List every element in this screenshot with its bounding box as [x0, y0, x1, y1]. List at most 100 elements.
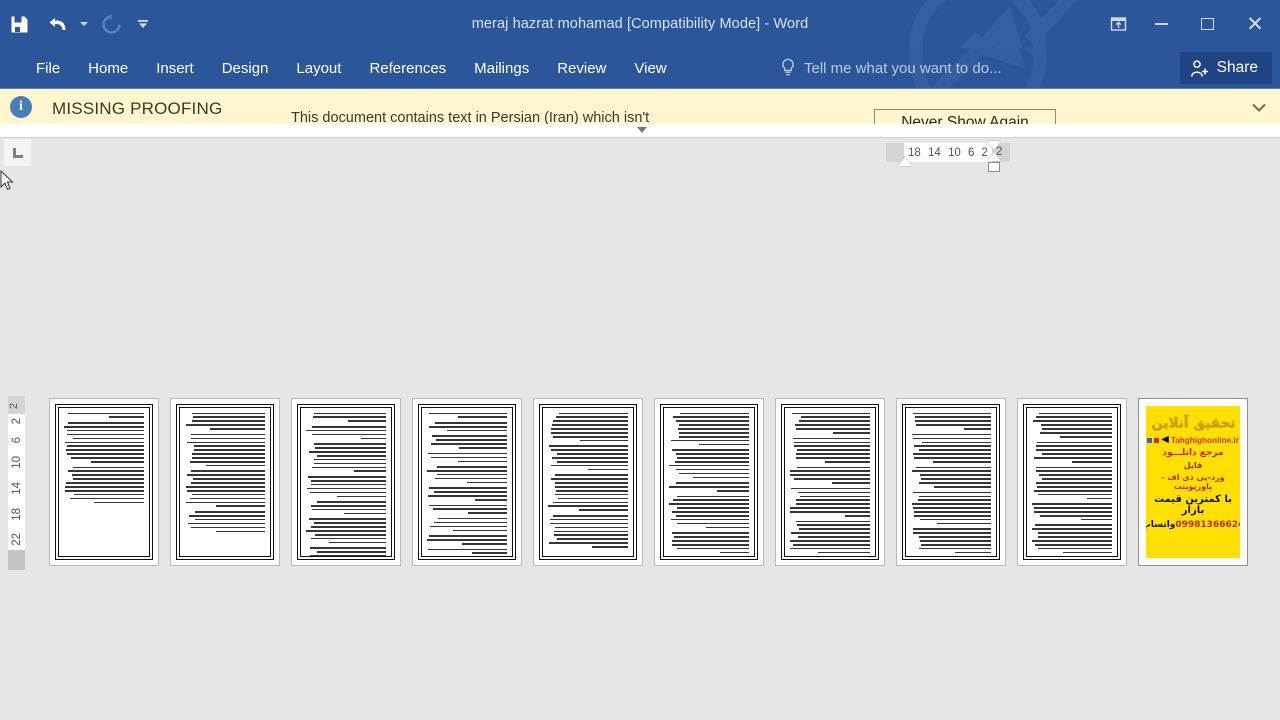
page-thumbnail[interactable] [775, 398, 885, 566]
vruler-tick-14: 14 [10, 482, 23, 495]
lightbulb-icon [782, 58, 794, 76]
vruler-tick-10: 10 [10, 456, 23, 470]
window-controls[interactable]: ✕ [1098, 0, 1280, 48]
close-button[interactable]: ✕ [1230, 7, 1280, 41]
page-thumbnail[interactable] [170, 398, 280, 566]
page-thumbnail[interactable]: تحقیق آنلاین ◀ Tahghighonline.ir مرجع دانلـ… [1138, 398, 1248, 566]
text-paragraph [1031, 524, 1113, 554]
ad-line-3: ورد-پی دی اف - پاورپوینت [1161, 472, 1225, 491]
tab-insert[interactable]: Insert [142, 48, 208, 88]
page-thumbnail[interactable] [49, 398, 159, 566]
page-thumbnail[interactable] [654, 398, 764, 566]
page-text-area [420, 406, 514, 558]
text-paragraph [1031, 503, 1113, 521]
text-paragraph [427, 487, 508, 501]
page-thumbnail[interactable] [412, 398, 522, 566]
ribbon-display-options-icon[interactable] [1098, 7, 1138, 41]
tab-view[interactable]: View [620, 48, 680, 88]
ruler-tick-6: 6 [967, 146, 975, 159]
minimize-button[interactable] [1138, 7, 1184, 41]
tell-me-search[interactable]: Tell me what you want to do... [780, 48, 1002, 88]
chevron-down-icon[interactable] [1246, 95, 1272, 121]
hanging-indent-marker-bottom[interactable] [987, 152, 1001, 161]
text-paragraph [911, 528, 992, 554]
text-paragraph [669, 532, 750, 554]
text-paragraph [306, 476, 387, 498]
ad-url-row: ◀ Tahghighonline.ir [1147, 435, 1239, 445]
page-border [176, 404, 274, 560]
save-icon[interactable] [0, 4, 38, 44]
hanging-indent-marker-top[interactable] [987, 141, 1001, 150]
page-border [660, 404, 758, 560]
page-text-area [662, 406, 756, 558]
vruler-top-margin: 2 [8, 396, 25, 414]
vruler-tick-6: 6 [10, 437, 23, 444]
tab-design[interactable]: Design [208, 48, 283, 88]
text-paragraph [427, 412, 508, 419]
title-bar[interactable]: meraj hazrat mohamad [Compatibility Mode… [0, 0, 1280, 48]
text-paragraph [1032, 441, 1113, 463]
text-paragraph [185, 412, 266, 430]
page-thumbnail[interactable] [896, 398, 1006, 566]
text-paragraph [427, 548, 508, 555]
share-button[interactable]: Share [1179, 52, 1272, 84]
maximize-button[interactable] [1184, 7, 1230, 41]
tab-file[interactable]: File [22, 48, 74, 88]
left-indent-marker[interactable] [988, 162, 1000, 172]
arrow-left-icon: ◀ [1161, 434, 1169, 445]
quick-access-toolbar[interactable] [0, 0, 156, 48]
text-paragraph [306, 518, 387, 544]
page-thumbnail[interactable] [1017, 398, 1127, 566]
ribbon-tabs[interactable]: File Home Insert Design Layout Reference… [22, 48, 681, 88]
text-paragraph [185, 511, 266, 533]
page-thumbnail[interactable] [291, 398, 401, 566]
text-paragraph [306, 425, 387, 440]
ribbon-collapsed-band [0, 124, 1280, 138]
page-thumbnail[interactable] [533, 398, 643, 566]
text-paragraph [427, 504, 508, 514]
page-border [539, 404, 637, 560]
vertical-ruler[interactable]: 2 2 6 10 14 18 22 [8, 396, 25, 570]
ad-url: Tahghighonline.ir [1170, 435, 1239, 445]
page-text-area [299, 406, 393, 558]
customize-quick-access-icon[interactable] [130, 4, 156, 44]
ribbon-tab-bar[interactable]: File Home Insert Design Layout Reference… [0, 48, 1280, 88]
page-thumbnail-row[interactable]: تحقیق آنلاین ◀ Tahghighonline.ir مرجع دانلـ… [49, 398, 1248, 566]
tab-layout[interactable]: Layout [282, 48, 355, 88]
ad-line-1: مرجع دانلـــود [1162, 448, 1224, 458]
page-border [902, 404, 1000, 560]
page-border [55, 404, 153, 560]
vruler-tick-18: 18 [10, 507, 23, 521]
tab-review[interactable]: Review [543, 48, 620, 88]
tab-home[interactable]: Home [74, 48, 142, 88]
window-title-text: meraj hazrat mohamad [Compatibility Mode… [471, 16, 809, 32]
text-paragraph [306, 412, 387, 422]
text-paragraph [547, 474, 629, 511]
expand-ribbon-caret-icon[interactable] [637, 127, 647, 133]
text-paragraph [548, 514, 629, 548]
text-paragraph [306, 501, 387, 515]
vruler-tick-22: 22 [10, 533, 23, 546]
text-paragraph [427, 422, 508, 432]
vruler-tick-2b: 2 [10, 418, 23, 425]
page-text-area [57, 406, 151, 558]
missing-proofing-notification: i MISSING PROOFING This document contain… [0, 88, 1280, 124]
text-paragraph [63, 422, 145, 463]
ruler-scale: 18 14 10 6 2 [904, 143, 992, 162]
share-label: Share [1216, 59, 1258, 76]
page-border [781, 404, 879, 560]
text-paragraph [548, 412, 629, 442]
first-line-indent-marker[interactable] [898, 157, 912, 166]
tab-stop-selector[interactable] [4, 139, 31, 166]
tab-references[interactable]: References [355, 48, 460, 88]
vruler-tick-2a: 2 [8, 402, 20, 409]
text-paragraph [911, 466, 992, 488]
tab-mailings[interactable]: Mailings [460, 48, 543, 88]
undo-dropdown-icon[interactable] [76, 4, 92, 44]
never-show-again-button[interactable]: Never Show Again [874, 109, 1056, 124]
vruler-bottom-margin [8, 550, 25, 570]
text-paragraph [1032, 466, 1113, 500]
text-paragraph [306, 547, 387, 557]
text-paragraph [669, 449, 750, 479]
undo-icon[interactable] [38, 4, 76, 44]
